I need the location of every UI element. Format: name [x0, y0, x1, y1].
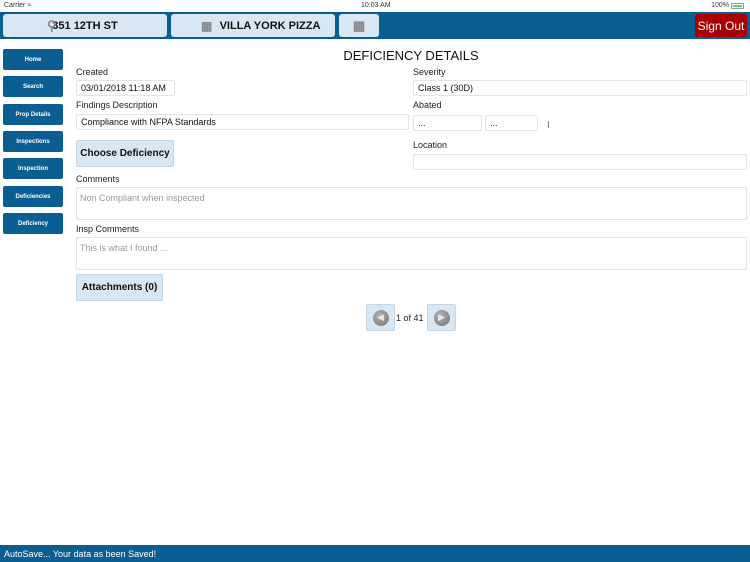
sidebar-item-home[interactable]: Home: [3, 49, 63, 70]
location-pin-icon: ⚲: [47, 17, 57, 33]
wifi-icon: ≈: [27, 2, 32, 9]
page-title: DEFICIENCY DETAILS: [343, 48, 479, 63]
sign-out-button[interactable]: Sign Out: [695, 14, 747, 37]
severity-label: Severity: [413, 67, 446, 77]
sidebar-item-deficiencies[interactable]: Deficiencies: [3, 186, 63, 207]
pager-text: 1 of 41: [396, 313, 424, 323]
arrow-left-icon: ◀: [372, 309, 389, 326]
sidebar-item-inspection[interactable]: Inspection: [3, 158, 63, 179]
insp-comments-textarea[interactable]: This is what I found ...: [76, 237, 747, 270]
top-bar: ⚲ 351 12TH ST ▦ VILLA YORK PIZZA ▦ Sign …: [0, 12, 750, 39]
business-button[interactable]: ▦ VILLA YORK PIZZA: [171, 14, 335, 37]
location-label: Location: [413, 140, 448, 150]
abated-date-field[interactable]: ...: [413, 115, 482, 131]
autosave-message: AutoSave... Your data as been Saved!: [4, 548, 157, 559]
attachments-button[interactable]: Attachments (0): [76, 274, 163, 301]
sidebar-item-prop-details[interactable]: Prop Details: [3, 104, 63, 125]
carrier-label: Carrier ≈: [4, 2, 32, 9]
address-label: 351 12TH ST: [52, 19, 118, 32]
choose-deficiency-button[interactable]: Choose Deficiency: [76, 140, 174, 167]
severity-field[interactable]: Class 1 (30D): [413, 80, 747, 96]
building-settings-button[interactable]: ▦: [339, 14, 379, 37]
battery-icon: [731, 2, 744, 9]
building-gear-icon: ▦: [352, 17, 366, 33]
location-field[interactable]: [413, 154, 747, 170]
findings-description-field[interactable]: Compliance with NFPA Standards: [76, 114, 409, 130]
sidebar-item-deficiency[interactable]: Deficiency: [3, 213, 63, 234]
text-cursor: [548, 121, 549, 128]
comments-label: Comments: [76, 174, 120, 184]
address-button[interactable]: ⚲ 351 12TH ST: [3, 14, 167, 37]
previous-button[interactable]: ◀: [366, 304, 395, 331]
abated-label: Abated: [413, 100, 442, 110]
next-button[interactable]: ▶: [427, 304, 456, 331]
arrow-right-icon: ▶: [433, 309, 450, 326]
insp-comments-label: Insp Comments: [76, 224, 140, 234]
clock: 10:03 AM: [361, 2, 391, 9]
status-bar: Carrier ≈ 10:03 AM 100%: [0, 0, 750, 12]
battery-indicator: 100%: [711, 2, 744, 9]
abated-time-field[interactable]: ...: [485, 115, 538, 131]
battery-percent: 100%: [711, 2, 729, 9]
findings-description-label: Findings Description: [76, 100, 158, 110]
business-label: VILLA YORK PIZZA: [219, 19, 321, 32]
created-field[interactable]: 03/01/2018 11:18 AM: [76, 80, 175, 96]
sidebar-item-search[interactable]: Search: [3, 76, 63, 97]
created-label: Created: [76, 67, 109, 77]
comments-textarea[interactable]: Non Compliant when inspected: [76, 187, 747, 220]
autosave-status-bar: AutoSave... Your data as been Saved!: [0, 545, 750, 562]
sidebar-item-inspections[interactable]: Inspections: [3, 131, 63, 152]
building-icon: ▦: [201, 18, 213, 33]
